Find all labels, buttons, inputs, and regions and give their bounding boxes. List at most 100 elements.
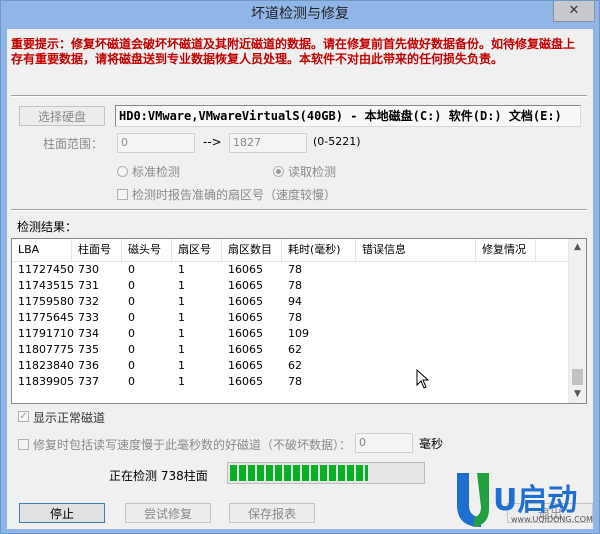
col-error[interactable]: 错误信息 — [356, 239, 476, 261]
results-list[interactable]: LBA 柱面号 磁头号 扇区号 扇区数目 耗时(毫秒) 错误信息 修复情况 11… — [11, 238, 587, 404]
table-cell — [356, 294, 362, 310]
read-check-radio[interactable] — [273, 166, 284, 177]
col-cylinder[interactable]: 柱面号 — [72, 239, 122, 261]
col-lba[interactable]: LBA — [12, 239, 72, 261]
table-cell: 11743515 — [18, 279, 74, 292]
scroll-thumb[interactable] — [572, 369, 583, 385]
table-cell — [356, 374, 362, 390]
table-cell: 11807775 — [18, 343, 74, 356]
scroll-up-icon[interactable]: ▲ — [569, 239, 586, 256]
scroll-down-icon[interactable]: ▼ — [569, 386, 586, 403]
table-cell: 11823840 — [18, 359, 74, 372]
range-start-field[interactable]: 0 — [117, 133, 195, 153]
table-row[interactable]: 11839905 737 0 1 16065 78 — [12, 374, 572, 390]
table-cell — [356, 278, 362, 294]
table-cell: 0 — [128, 359, 135, 372]
try-repair-button[interactable]: 尝试修复 — [125, 503, 211, 523]
table-cell — [476, 342, 482, 358]
table-cell: 16065 — [228, 279, 263, 292]
window-title: 坏道检测与修复 — [251, 6, 349, 22]
table-row[interactable]: 11775645 733 0 1 16065 78 — [12, 310, 572, 326]
table-cell: 16065 — [228, 263, 263, 276]
table-row[interactable]: 11823840 736 0 1 16065 62 — [12, 358, 572, 374]
col-head[interactable]: 磁头号 — [122, 239, 172, 261]
show-normal-checkbox[interactable]: ✓ — [18, 411, 29, 422]
standard-check-radio[interactable] — [117, 166, 128, 177]
table-cell: 0 — [128, 279, 135, 292]
table-cell — [476, 326, 482, 342]
table-cell: 734 — [78, 327, 99, 340]
table-cell — [356, 342, 362, 358]
table-cell: 11727450 — [18, 263, 74, 276]
results-label: 检测结果： — [17, 220, 78, 234]
stop-button[interactable]: 停止 — [19, 503, 105, 523]
logo: U启动 www.UQIDONG.COM — [453, 469, 593, 529]
table-cell: 0 — [128, 311, 135, 324]
table-row[interactable]: 11727450 730 0 1 16065 78 — [12, 262, 572, 278]
table-cell: 1 — [178, 375, 185, 388]
table-cell: 1 — [178, 263, 185, 276]
slow-repair-unit: 毫秒 — [419, 437, 444, 451]
table-cell: 94 — [288, 295, 302, 308]
logo-text: U启动 — [493, 483, 578, 518]
table-cell: 0 — [128, 263, 135, 276]
table-cell: 16065 — [228, 375, 263, 388]
close-button[interactable]: ✕ — [553, 1, 595, 22]
table-row[interactable]: 11791710 734 0 1 16065 109 — [12, 326, 572, 342]
table-cell: 733 — [78, 311, 99, 324]
table-cell — [476, 358, 482, 374]
table-cell: 62 — [288, 359, 302, 372]
table-cell — [356, 326, 362, 342]
standard-check-label: 标准检测 — [132, 165, 181, 179]
table-cell — [476, 374, 482, 390]
vertical-scrollbar[interactable]: ▲ ▼ — [568, 239, 586, 403]
read-check-label: 读取检测 — [288, 165, 337, 179]
table-cell: 16065 — [228, 311, 263, 324]
slow-repair-checkbox[interactable] — [18, 439, 29, 450]
table-cell: 11839905 — [18, 375, 74, 388]
table-row[interactable]: 11807775 735 0 1 16065 62 — [12, 342, 572, 358]
save-report-button[interactable]: 保存报表 — [229, 503, 315, 523]
report-sector-checkbox[interactable] — [117, 189, 128, 200]
table-cell: 0 — [128, 343, 135, 356]
table-cell: 1 — [178, 327, 185, 340]
table-cell: 731 — [78, 279, 99, 292]
warning-text: 重要提示：修复坏磁道会破坏坏磁道及其附近磁道的数据。请在修复前首先做好数据备份。… — [11, 37, 576, 66]
dialog-client: 重要提示：修复坏磁道会破坏坏磁道及其附近磁道的数据。请在修复前首先做好数据备份。… — [7, 29, 593, 529]
table-cell: 109 — [288, 327, 309, 340]
range-end-field[interactable]: 1827 — [229, 133, 307, 153]
table-cell: 11791710 — [18, 327, 74, 340]
table-cell — [356, 358, 362, 374]
slow-repair-label: 修复时包括读写速度慢于此毫秒数的好磁道（不破坏数据）： — [33, 438, 352, 452]
table-cell — [476, 278, 482, 294]
table-cell: 737 — [78, 375, 99, 388]
table-cell — [356, 262, 362, 278]
table-row[interactable]: 11743515 731 0 1 16065 78 — [12, 278, 572, 294]
table-row[interactable]: 11759580 732 0 1 16065 94 — [12, 294, 572, 310]
range-label: 柱面范围： — [43, 137, 104, 151]
select-disk-button[interactable]: 选择硬盘 — [19, 106, 105, 126]
col-sector[interactable]: 扇区号 — [172, 239, 222, 261]
table-cell — [476, 310, 482, 326]
col-sector-count[interactable]: 扇区数目 — [222, 239, 282, 261]
table-cell: 0 — [128, 327, 135, 340]
report-sector-label: 检测时报告准确的扇区号（速度较慢） — [132, 188, 337, 202]
table-cell — [476, 294, 482, 310]
table-cell: 732 — [78, 295, 99, 308]
col-repair[interactable]: 修复情况 — [476, 239, 536, 261]
progress-bar — [227, 462, 425, 484]
table-cell: 16065 — [228, 343, 263, 356]
table-cell: 736 — [78, 359, 99, 372]
table-cell: 11759580 — [18, 295, 74, 308]
separator — [11, 95, 587, 97]
col-time[interactable]: 耗时(毫秒) — [282, 239, 356, 261]
app-window: 坏道检测与修复 ✕ 重要提示：修复坏磁道会破坏坏磁道及其附近磁道的数据。请在修复… — [0, 0, 600, 534]
slow-repair-ms-field[interactable]: 0 — [355, 433, 413, 453]
table-cell: 0 — [128, 295, 135, 308]
table-cell: 1 — [178, 295, 185, 308]
table-cell: 62 — [288, 343, 302, 356]
mouse-cursor-icon — [416, 369, 430, 389]
table-cell: 16065 — [228, 327, 263, 340]
table-cell — [356, 310, 362, 326]
results-header: LBA 柱面号 磁头号 扇区号 扇区数目 耗时(毫秒) 错误信息 修复情况 — [12, 239, 572, 262]
